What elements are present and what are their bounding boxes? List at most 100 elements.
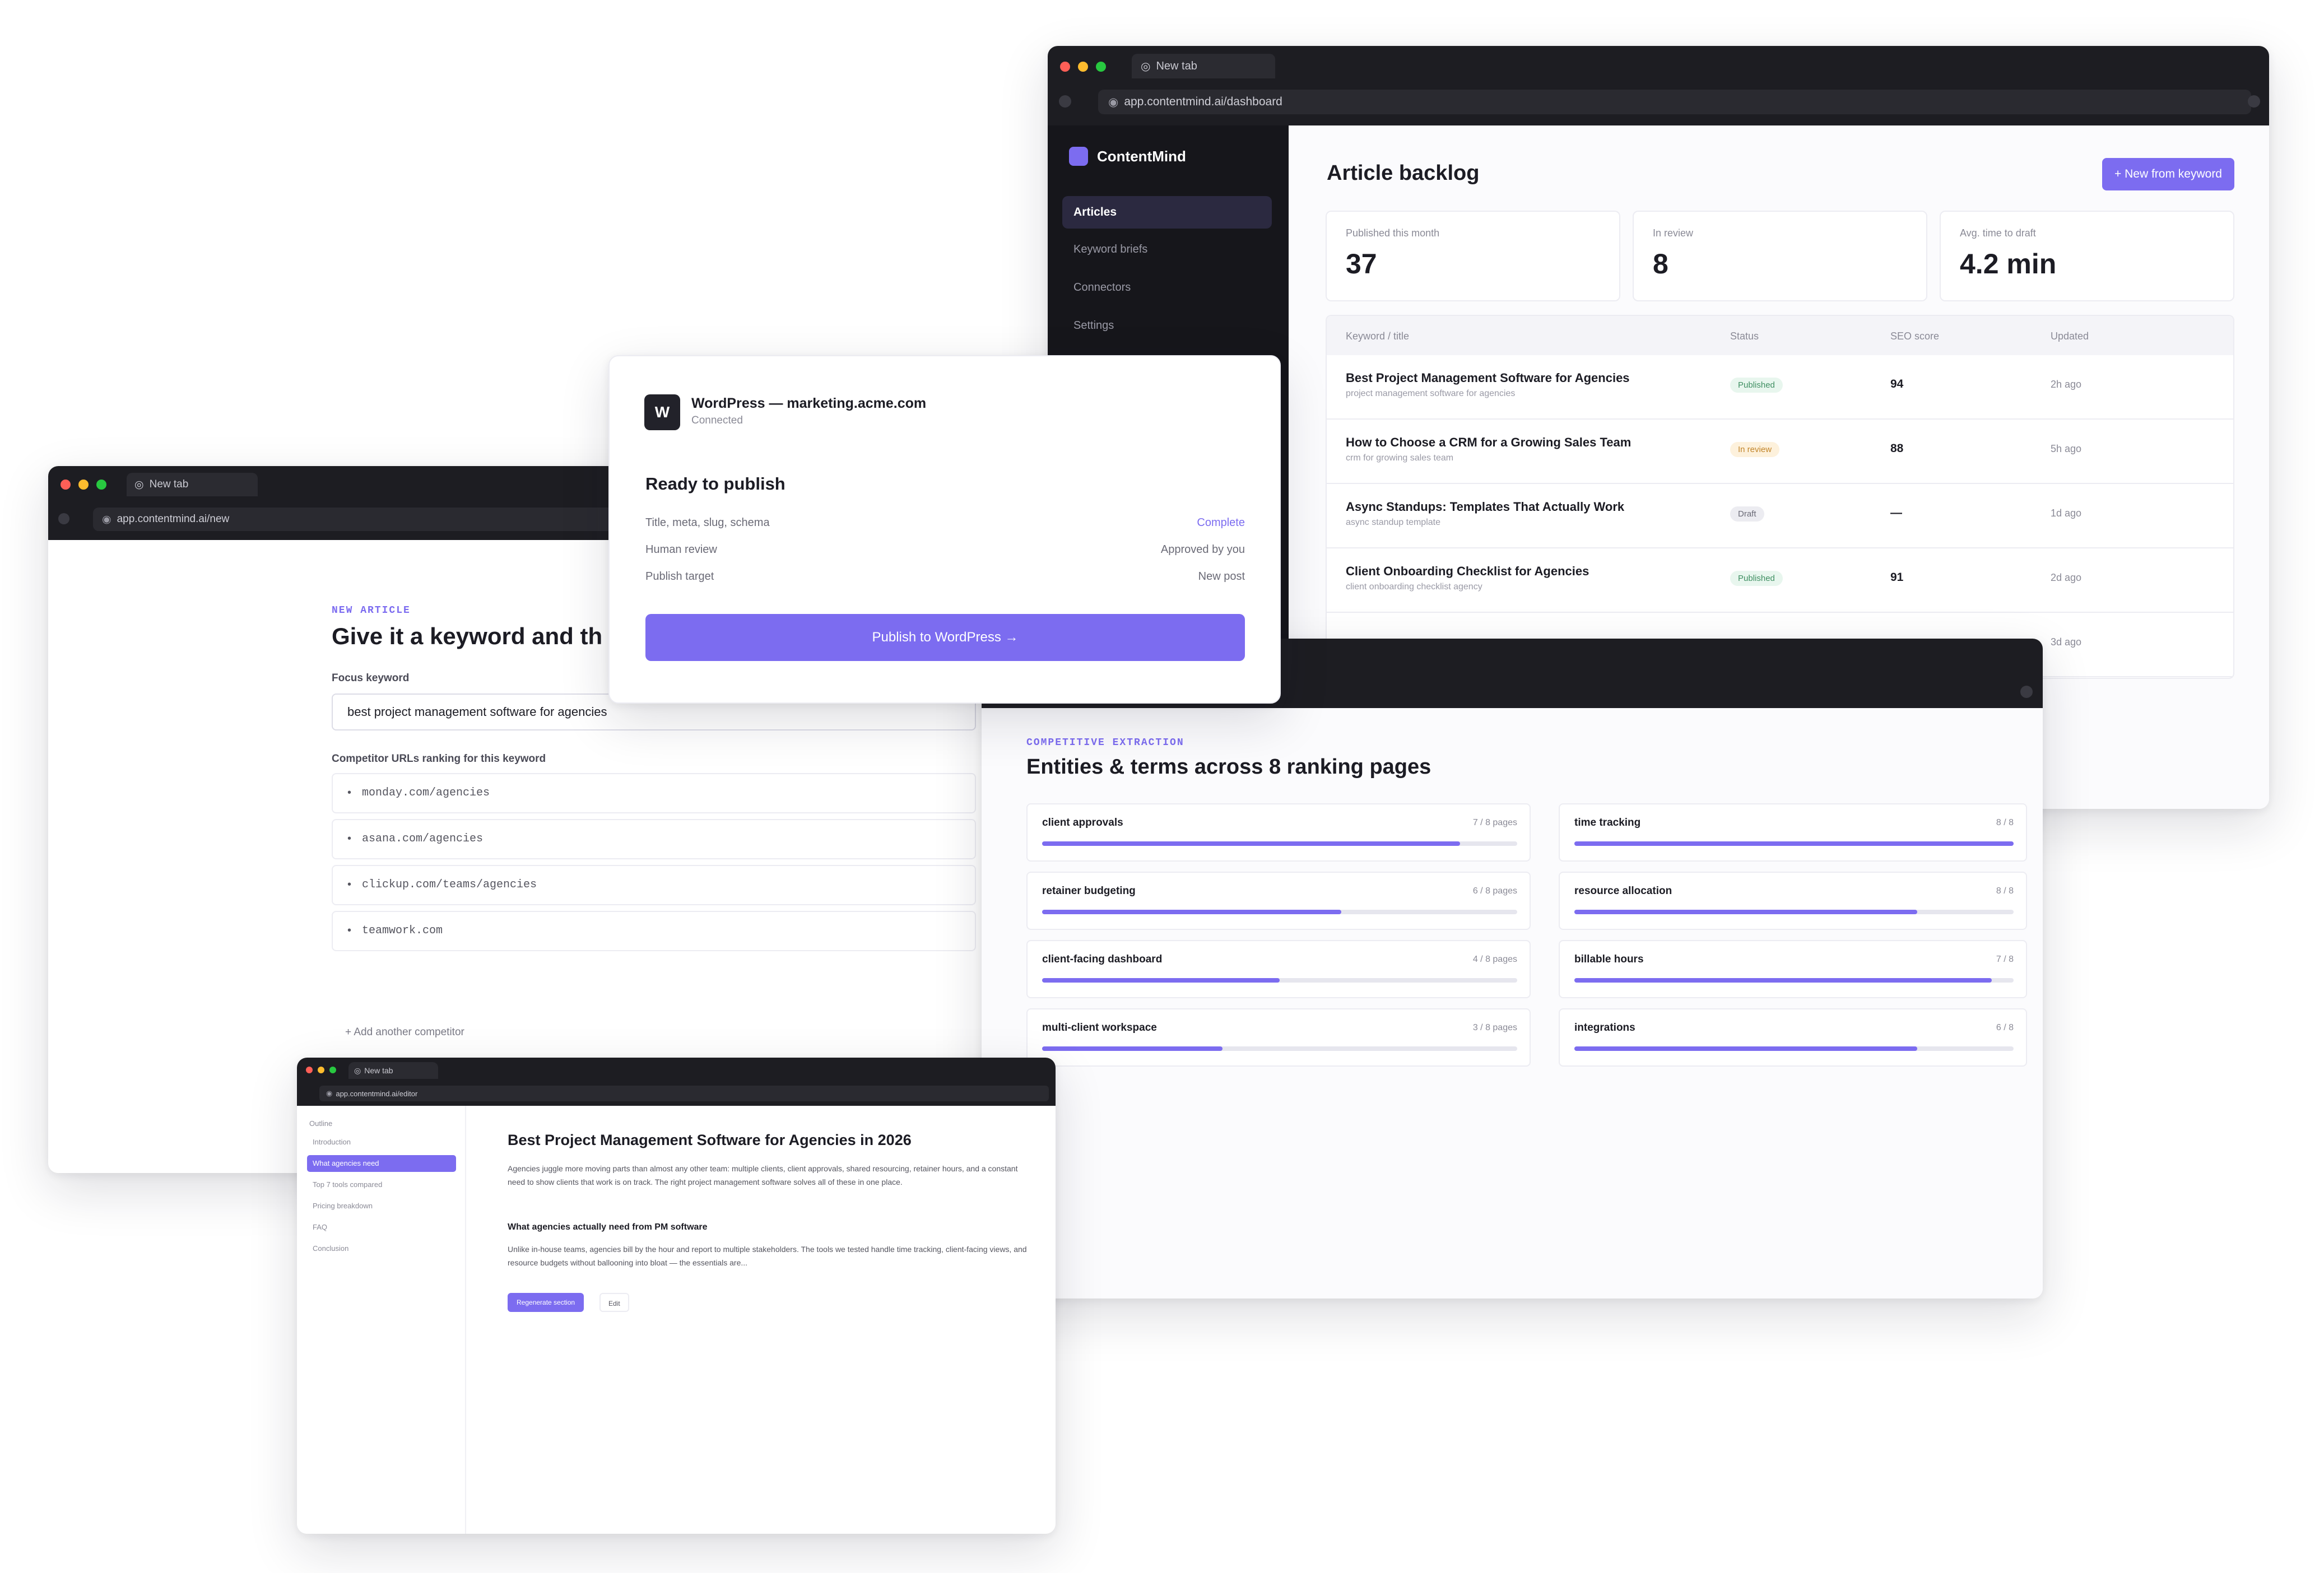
stat-label: Published this month <box>1346 227 1440 239</box>
globe-icon: ◎ <box>134 478 144 491</box>
edit-button[interactable]: Edit <box>599 1293 629 1312</box>
stat-card: Published this month 37 <box>1326 211 1620 301</box>
maximize-dot[interactable] <box>96 480 106 490</box>
competitor-url-item[interactable]: • teamwork.com <box>332 911 976 951</box>
sidebar-item-articles[interactable]: Articles <box>1062 196 1272 229</box>
entities-column-left: client approvals 7 / 8 pages retainer budg… <box>1026 803 1531 1077</box>
coverage-bar-track <box>1042 978 1517 983</box>
entity-term-card: integrations 6 / 8 <box>1559 1008 2027 1067</box>
sidebar-item-keyword-briefs[interactable]: Keyword briefs <box>1073 243 1147 256</box>
entity-term: client-facing dashboard <box>1042 953 1163 965</box>
close-dot[interactable] <box>1060 62 1070 72</box>
article-title: Best Project Management Software for Age… <box>508 1132 912 1148</box>
minimize-dot[interactable] <box>318 1067 324 1073</box>
status-badge: Draft <box>1730 506 1764 522</box>
browser-tab[interactable]: ◎ New tab <box>348 1062 438 1079</box>
table-row[interactable]: Client Onboarding Checklist for Agencies… <box>1327 548 2233 613</box>
app-name: ContentMind <box>1097 147 1186 165</box>
browser-tab[interactable]: ◎ New tab <box>1132 54 1275 78</box>
maximize-dot[interactable] <box>1096 62 1106 72</box>
bullet-icon: • <box>347 878 352 891</box>
editor-window: ◎ New tab ◉ app.contentmind.ai/editor Ou… <box>297 1058 1056 1534</box>
focus-keyword-label: Focus keyword <box>332 672 410 684</box>
status-badge: Published <box>1730 571 1783 586</box>
entity-page-count: 8 / 8 <box>1996 818 2014 827</box>
check-label: Publish target <box>645 570 714 583</box>
entity-term: multi-client workspace <box>1042 1022 1157 1034</box>
coverage-bar-fill <box>1042 910 1342 914</box>
stat-card: In review 8 <box>1633 211 1927 301</box>
url-text: app.contentmind.ai/editor <box>336 1089 418 1098</box>
page-title: Article backlog <box>1327 161 1480 185</box>
address-bar[interactable]: ◉ app.contentmind.ai/editor <box>319 1086 1049 1101</box>
article-intro: Agencies juggle more moving parts than a… <box>508 1164 1018 1186</box>
entity-page-count: 7 / 8 <box>1996 955 2014 964</box>
connector-site: WordPress — marketing.acme.com <box>691 395 927 411</box>
publish-button[interactable]: Publish to WordPress → <box>645 614 1245 661</box>
focus-keyword-value: best project management software for age… <box>347 705 607 719</box>
entity-term: integrations <box>1574 1022 1635 1034</box>
seo-score: 91 <box>1890 571 1904 584</box>
header-updated: Updated <box>2051 331 2089 342</box>
sidebar-item-connectors[interactable]: Connectors <box>1073 281 1131 294</box>
close-dot[interactable] <box>61 480 71 490</box>
outline-item[interactable]: Conclusion <box>307 1240 456 1257</box>
new-from-keyword-button[interactable]: + New from keyword <box>2102 158 2234 190</box>
competitor-url-item[interactable]: • asana.com/agencies <box>332 819 976 859</box>
globe-icon: ◎ <box>354 1065 361 1075</box>
table-row[interactable]: Async Standups: Templates That Actually … <box>1327 484 2233 548</box>
publish-check-row: Title, meta, slug, schema Complete <box>645 511 1245 538</box>
brand-logo-icon <box>1069 147 1088 166</box>
add-competitor-link[interactable]: + Add another competitor <box>345 1026 464 1039</box>
coverage-bar-fill <box>1574 841 2014 846</box>
outline-label: Outline <box>309 1119 333 1128</box>
outline-item[interactable]: What agencies need <box>307 1155 456 1172</box>
eyebrow-label: NEW ARTICLE <box>332 605 411 616</box>
menu-icon[interactable] <box>2020 686 2033 698</box>
url-text: app.contentmind.ai/dashboard <box>1124 95 1282 108</box>
publish-heading: Ready to publish <box>645 474 785 494</box>
competitor-url-item[interactable]: • clickup.com/teams/agencies <box>332 865 976 905</box>
coverage-bar-fill <box>1042 1046 1223 1051</box>
close-dot[interactable] <box>306 1067 313 1073</box>
sidebar-item-label: Articles <box>1073 206 1117 218</box>
outline-item[interactable]: Top 7 tools compared <box>307 1176 456 1193</box>
minimize-dot[interactable] <box>78 480 89 490</box>
back-icon[interactable] <box>1059 95 1071 108</box>
regenerate-button[interactable]: Regenerate section <box>508 1293 584 1312</box>
check-label: Title, meta, slug, schema <box>645 516 770 529</box>
entity-page-count: 7 / 8 pages <box>1472 818 1517 827</box>
outline-item[interactable]: Introduction <box>307 1134 456 1151</box>
tab-title: New tab <box>1156 59 1197 72</box>
outline-item[interactable]: FAQ <box>307 1219 456 1236</box>
status-badge: In review <box>1730 442 1780 457</box>
browser-tab[interactable]: ◎ New tab <box>127 473 258 496</box>
coverage-bar-fill <box>1042 841 1461 846</box>
competitor-url: clickup.com/teams/agencies <box>362 878 537 891</box>
menu-icon[interactable] <box>2248 95 2260 108</box>
entities-body: COMPETITIVE EXTRACTION Entities & terms … <box>982 708 2043 1299</box>
outline-item[interactable]: Pricing breakdown <box>307 1198 456 1214</box>
competitor-url-item[interactable]: • monday.com/agencies <box>332 773 976 813</box>
publish-checklist: Title, meta, slug, schema Complete Human r… <box>645 511 1245 592</box>
table-row[interactable]: How to Choose a CRM for a Growing Sales … <box>1327 420 2233 484</box>
table-header: Keyword / title Status SEO score Updated <box>1327 316 2233 355</box>
row-keyword: crm for growing sales team <box>1346 453 1454 463</box>
sidebar-item-settings[interactable]: Settings <box>1073 319 1114 332</box>
stat-value: 37 <box>1346 248 1377 280</box>
eyebrow-label: COMPETITIVE EXTRACTION <box>1026 737 1184 748</box>
back-icon[interactable] <box>58 513 69 524</box>
bullet-icon: • <box>347 787 352 799</box>
editor-body: Outline Introduction What agencies need To… <box>297 1106 1056 1534</box>
minimize-dot[interactable] <box>1078 62 1088 72</box>
address-bar[interactable]: ◉ app.contentmind.ai/dashboard <box>1098 90 2251 114</box>
header-title: Keyword / title <box>1346 331 1410 342</box>
entity-term-card: client approvals 7 / 8 pages <box>1026 803 1531 862</box>
globe-icon: ◎ <box>1141 60 1151 73</box>
maximize-dot[interactable] <box>329 1067 336 1073</box>
section-heading: Entities & terms across 8 ranking pages <box>1026 755 1431 779</box>
seo-score: 94 <box>1890 378 1904 390</box>
row-title: Best Project Management Software for Age… <box>1346 371 1630 385</box>
table-row[interactable]: Best Project Management Software for Age… <box>1327 355 2233 420</box>
entities-column-right: time tracking 8 / 8 resource allocation 8 /… <box>1559 803 2027 1077</box>
